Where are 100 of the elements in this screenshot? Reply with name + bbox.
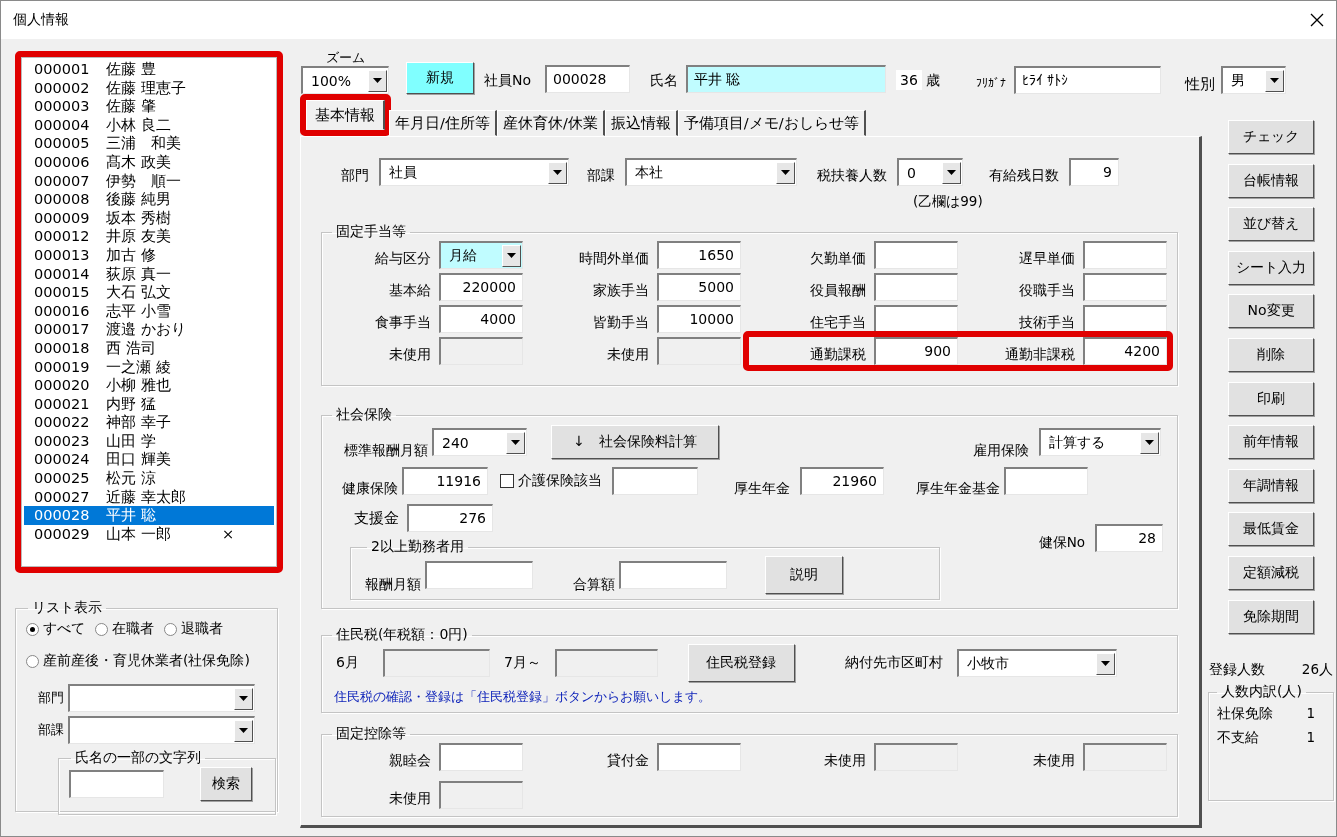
list-item[interactable]: 000018 西 浩司 bbox=[24, 338, 274, 358]
input-field[interactable] bbox=[874, 743, 958, 771]
list-item[interactable]: 000023 山田 学 bbox=[24, 431, 274, 451]
input-field[interactable] bbox=[874, 305, 958, 333]
input-field[interactable] bbox=[874, 273, 958, 301]
input-field[interactable] bbox=[69, 770, 164, 798]
list-item[interactable]: 000022 神部 幸子 bbox=[24, 413, 274, 432]
input-field[interactable] bbox=[657, 743, 741, 771]
action-button[interactable]: 免除期間 bbox=[1228, 599, 1314, 634]
tab[interactable]: 年月日/住所等 bbox=[389, 110, 497, 136]
input-field[interactable] bbox=[1004, 467, 1088, 495]
input-field[interactable]: 4200 bbox=[1083, 337, 1167, 365]
input-field[interactable]: 4000 bbox=[439, 305, 523, 333]
resident-tax-register-button[interactable]: 住民税登録 bbox=[687, 644, 795, 682]
radio-button[interactable] bbox=[26, 622, 39, 636]
list-item[interactable]: 000007 伊勢 順一 bbox=[24, 171, 274, 191]
dropdown-button[interactable] bbox=[368, 69, 387, 92]
list-item[interactable]: 000008 後藤 純男 bbox=[24, 190, 274, 209]
input-field[interactable] bbox=[612, 467, 698, 495]
input-field[interactable]: 000028 bbox=[545, 65, 631, 93]
list-item[interactable]: 000017 渡邉 かおり bbox=[24, 320, 274, 339]
action-button[interactable]: 印刷 bbox=[1228, 381, 1314, 416]
list-item[interactable]: 000020 小柳 雅也 bbox=[24, 376, 274, 395]
input-field[interactable] bbox=[554, 649, 658, 677]
list-item[interactable]: 000016 志平 小雪 bbox=[24, 301, 274, 321]
dropdown-button[interactable] bbox=[1140, 431, 1159, 454]
list-item[interactable]: 000002 佐藤 理恵子 bbox=[24, 78, 274, 98]
input-field[interactable] bbox=[657, 337, 741, 365]
dropdown-field[interactable]: 小牧市 bbox=[956, 649, 1117, 677]
dropdown-field[interactable]: 月給 bbox=[439, 241, 523, 269]
list-item[interactable]: 000025 松元 涼 bbox=[24, 469, 274, 488]
input-field[interactable]: 220000 bbox=[439, 273, 523, 301]
input-field[interactable] bbox=[439, 337, 523, 365]
dropdown-field[interactable]: 100% bbox=[301, 66, 389, 94]
action-button[interactable]: 最低賃金 bbox=[1228, 512, 1314, 547]
list-item[interactable]: 000027 近藤 幸太郎 bbox=[24, 487, 274, 507]
list-item[interactable]: 000005 三浦 和美 bbox=[24, 134, 274, 153]
input-field[interactable]: 1650 bbox=[657, 241, 741, 269]
dropdown-field[interactable] bbox=[68, 716, 255, 744]
action-button[interactable]: 台帳情報 bbox=[1228, 163, 1314, 198]
action-button[interactable]: 削除 bbox=[1228, 337, 1314, 372]
dropdown-field[interactable] bbox=[68, 684, 255, 712]
input-field[interactable]: 平井 聡 bbox=[686, 65, 887, 93]
list-item[interactable]: 000019 一之瀬 綾 bbox=[24, 357, 274, 377]
input-field[interactable] bbox=[1083, 241, 1167, 269]
radio-button[interactable] bbox=[164, 622, 177, 636]
dropdown-field[interactable]: 計算する bbox=[1039, 428, 1161, 456]
list-item[interactable]: 000001 佐藤 豊 bbox=[24, 60, 274, 79]
dropdown-button[interactable] bbox=[942, 161, 961, 184]
action-button[interactable]: 定額減税 bbox=[1228, 555, 1314, 590]
radio-button[interactable] bbox=[26, 654, 39, 668]
dropdown-field[interactable]: 社員 bbox=[379, 158, 569, 186]
list-item[interactable]: 000009 坂本 秀樹 bbox=[24, 208, 274, 228]
dropdown-button[interactable] bbox=[234, 719, 253, 742]
dropdown-button[interactable] bbox=[506, 431, 525, 454]
input-field[interactable]: 28 bbox=[1095, 524, 1163, 552]
input-field[interactable] bbox=[425, 561, 533, 589]
input-field[interactable] bbox=[619, 561, 727, 589]
input-field[interactable]: 276 bbox=[407, 504, 493, 532]
new-button[interactable]: 新規 bbox=[406, 62, 474, 94]
input-field[interactable]: 10000 bbox=[657, 305, 741, 333]
dropdown-field[interactable]: 男 bbox=[1220, 66, 1286, 94]
input-field[interactable] bbox=[1083, 743, 1167, 771]
dropdown-field[interactable]: 本社 bbox=[625, 158, 797, 186]
action-button[interactable]: シート入力 bbox=[1228, 250, 1314, 285]
dropdown-button[interactable] bbox=[776, 161, 795, 184]
tab[interactable]: 産休育休/休業 bbox=[496, 110, 605, 136]
list-item[interactable]: 000029 山本 一郎 × bbox=[24, 524, 274, 544]
input-field[interactable] bbox=[874, 241, 958, 269]
dropdown-button[interactable] bbox=[548, 161, 567, 184]
dropdown-field[interactable]: 240 bbox=[432, 428, 527, 456]
dropdown-button[interactable] bbox=[1264, 69, 1284, 92]
list-item[interactable]: 000015 大石 弘文 bbox=[24, 283, 274, 302]
action-button[interactable]: No変更 bbox=[1228, 294, 1314, 329]
list-item[interactable]: 000024 田口 輝美 bbox=[24, 450, 274, 470]
list-item[interactable]: 000004 小林 良二 bbox=[24, 115, 274, 135]
input-field[interactable]: ﾋﾗｲ ｻﾄｼ bbox=[1013, 66, 1161, 94]
search-button[interactable]: 検索 bbox=[200, 767, 252, 801]
list-item[interactable]: 000021 内野 猛 bbox=[24, 394, 274, 414]
explanation-button[interactable]: 説明 bbox=[765, 556, 843, 594]
dropdown-field[interactable]: 0 bbox=[897, 158, 963, 186]
dropdown-button[interactable] bbox=[234, 687, 253, 710]
input-field[interactable]: 11916 bbox=[402, 467, 488, 495]
list-item[interactable]: 000012 井原 友美 bbox=[24, 227, 274, 246]
list-item[interactable]: 000014 荻原 真一 bbox=[24, 264, 274, 284]
dropdown-button[interactable] bbox=[1095, 652, 1115, 675]
tab[interactable]: 予備項目/メモ/おしらせ等 bbox=[677, 110, 866, 136]
action-button[interactable]: 並び替え bbox=[1228, 207, 1314, 242]
tab[interactable]: 振込情報 bbox=[604, 110, 678, 136]
list-item[interactable]: 000003 佐藤 肇 bbox=[24, 97, 274, 116]
tab[interactable]: 基本情報 bbox=[306, 100, 385, 130]
input-field[interactable] bbox=[439, 743, 523, 771]
list-item[interactable]: 000006 髙木 政美 bbox=[24, 152, 274, 172]
calculate-button[interactable]: ↓ 社会保険料計算 bbox=[551, 425, 719, 459]
action-button[interactable]: 前年情報 bbox=[1228, 425, 1314, 460]
action-button[interactable]: チェック bbox=[1228, 120, 1314, 154]
input-field[interactable] bbox=[439, 781, 523, 809]
dropdown-button[interactable] bbox=[502, 244, 521, 267]
list-item[interactable]: 000013 加古 修 bbox=[24, 245, 274, 265]
close-icon[interactable] bbox=[1310, 13, 1324, 27]
